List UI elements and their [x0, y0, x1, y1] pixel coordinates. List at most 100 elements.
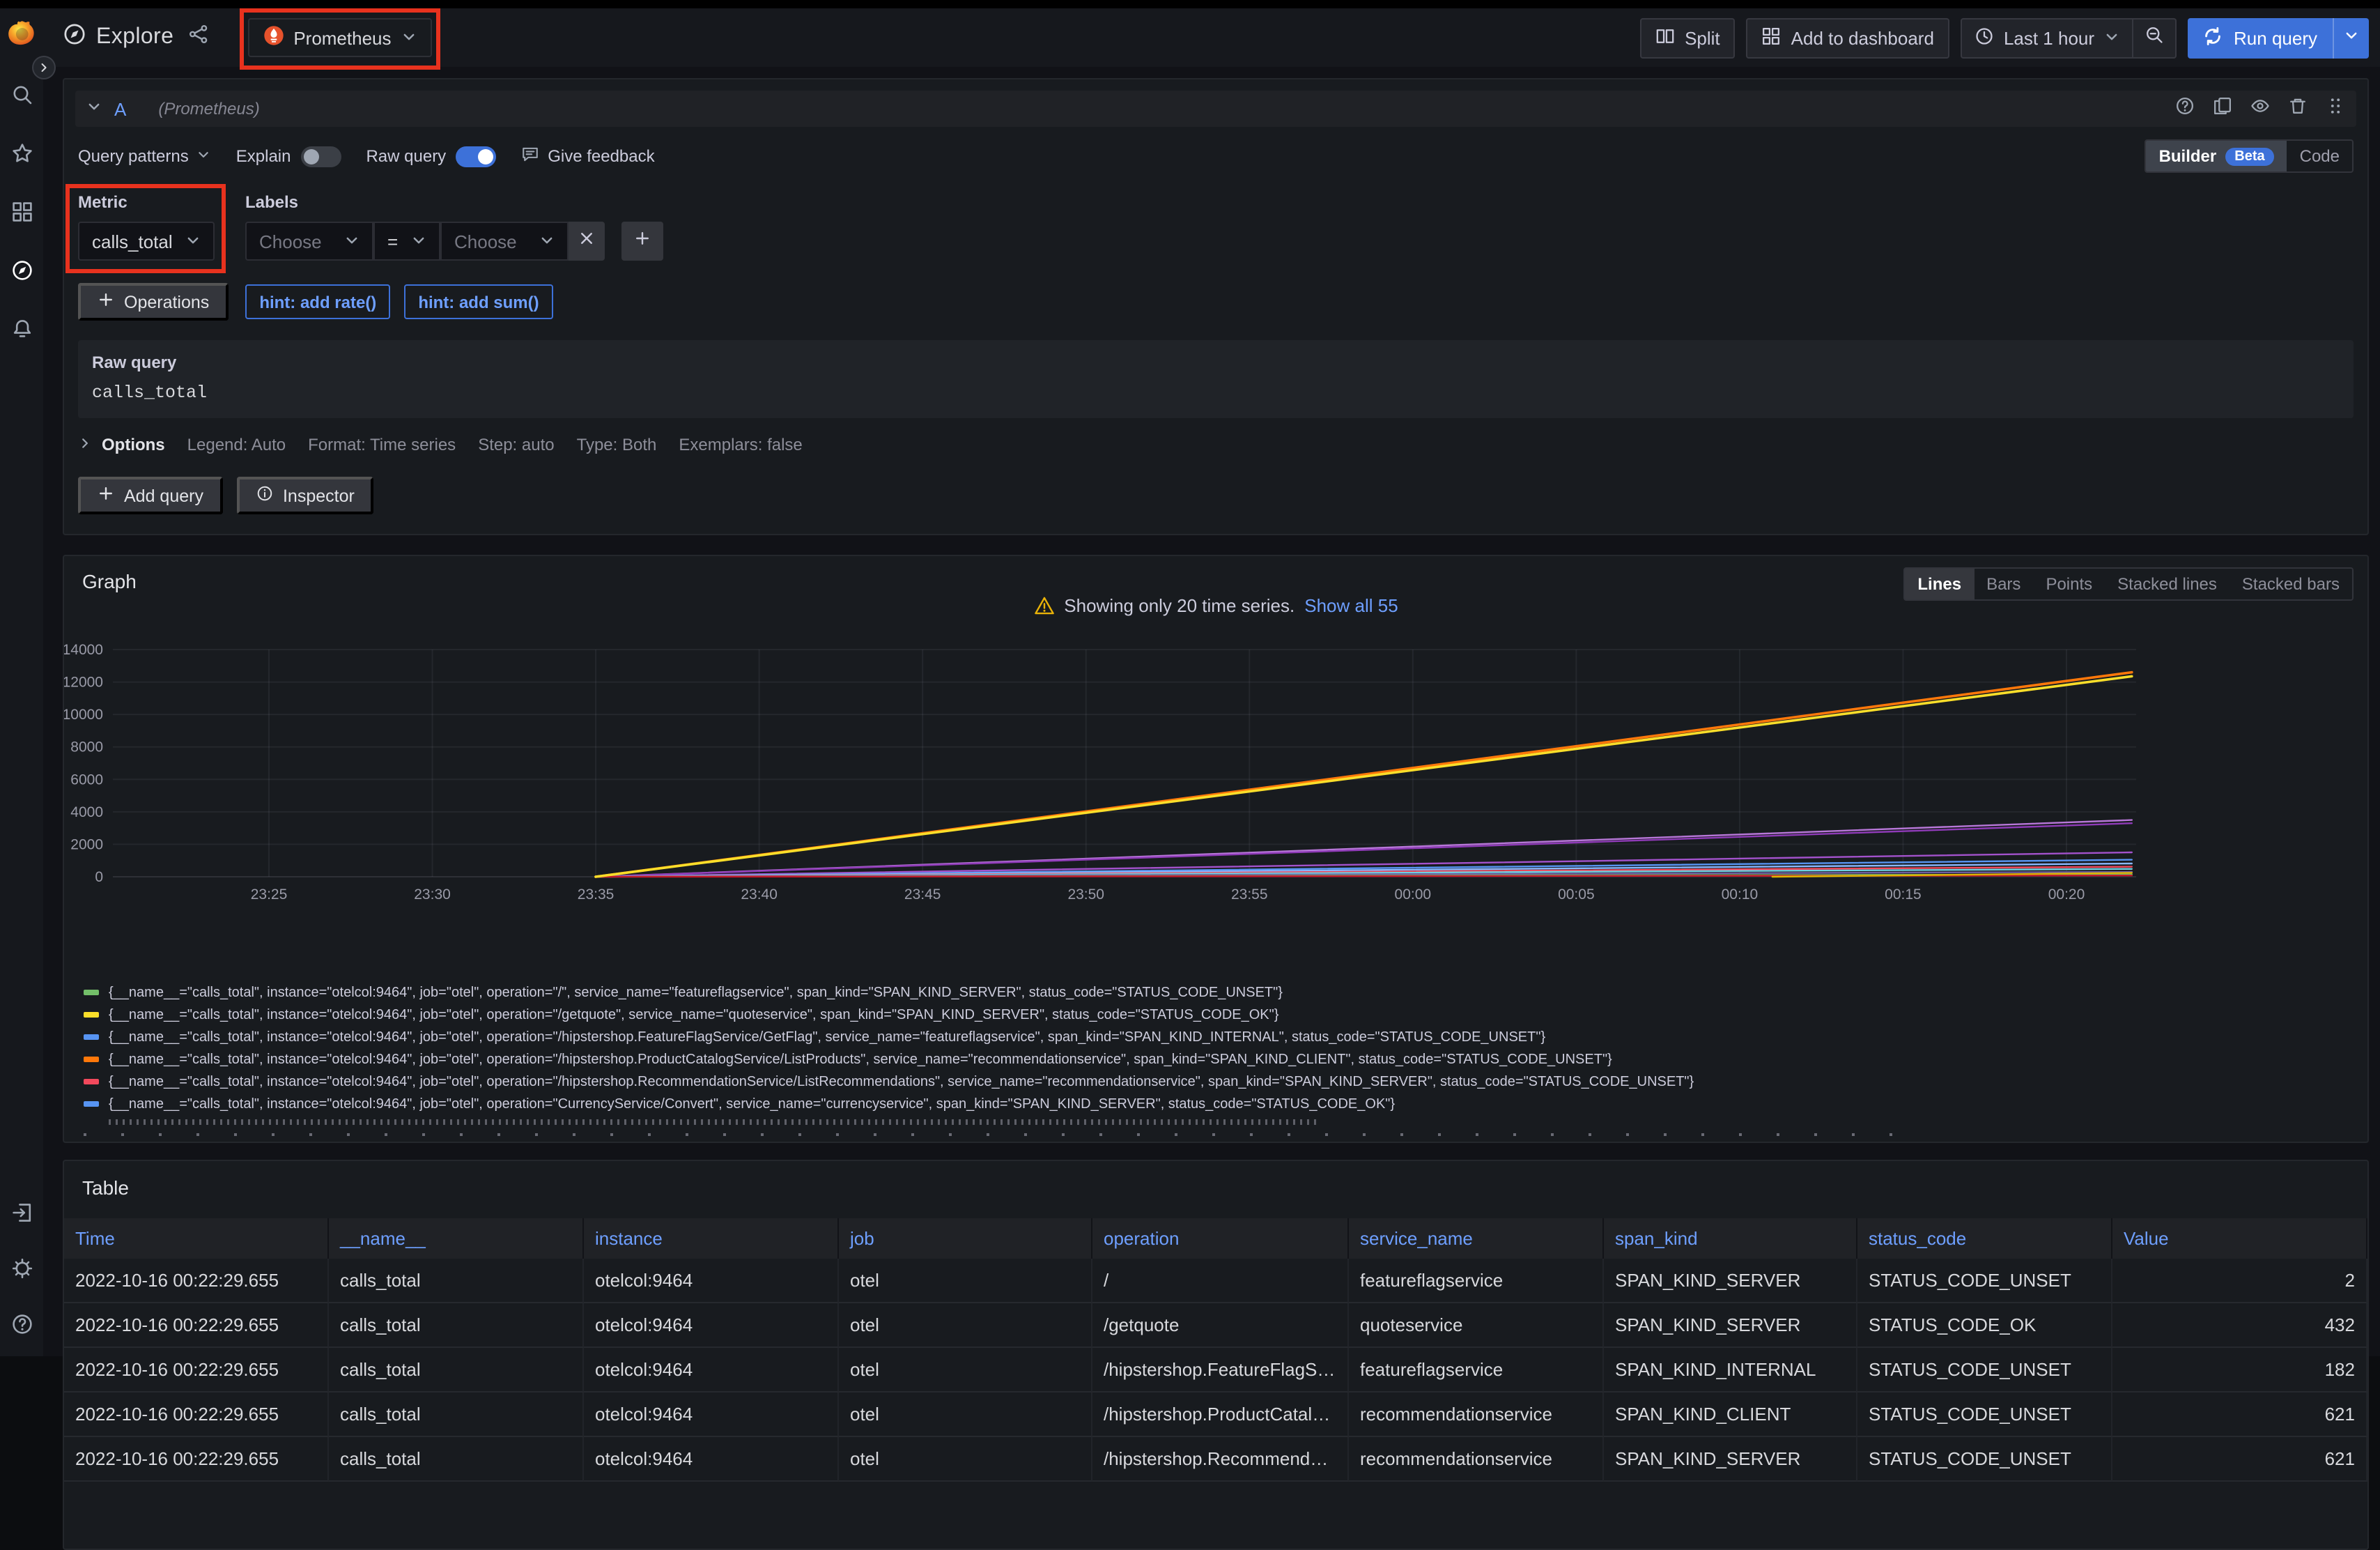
duplicate-icon[interactable] — [2213, 95, 2232, 122]
add-to-dashboard-button[interactable]: Add to dashboard — [1747, 17, 1949, 58]
main-content: A (Prometheus) Query patterns Explain — [43, 67, 2380, 1356]
sidebar-item-help[interactable] — [10, 1313, 33, 1342]
query-patterns-button[interactable]: Query patterns — [78, 146, 211, 166]
remove-label-button[interactable] — [569, 222, 605, 261]
table-cell: calls_total — [329, 1437, 584, 1482]
table-cell: 2 — [2112, 1259, 2367, 1303]
table-cell: calls_total — [329, 1392, 584, 1437]
legend-item[interactable]: {__name__="calls_total", instance="otelc… — [64, 1071, 2367, 1093]
table-column-header[interactable]: status_code — [1857, 1218, 2112, 1259]
table-column-header[interactable]: instance — [584, 1218, 839, 1259]
legend-text: {__name__="calls_total", instance="otelc… — [109, 1029, 1545, 1045]
help-icon[interactable] — [2175, 95, 2195, 122]
give-feedback-button[interactable]: Give feedback — [521, 145, 654, 167]
raw-query-toggle[interactable] — [456, 146, 496, 167]
table-cell: otel — [839, 1303, 1092, 1348]
raw-query-toggle-field: Raw query — [366, 146, 496, 167]
option-summary-item: Exemplars: false — [679, 435, 802, 454]
collapse-icon[interactable] — [86, 96, 102, 121]
time-range-group: Last 1 hour — [1961, 17, 2177, 58]
legend-item[interactable]: {__name__="calls_total", instance="otelc… — [64, 1093, 2367, 1115]
table-column-header[interactable]: job — [839, 1218, 1092, 1259]
sidebar-expand-button[interactable] — [32, 56, 56, 79]
svg-text:23:25: 23:25 — [251, 887, 288, 903]
label-value-select[interactable]: Choose — [440, 222, 569, 261]
table-cell: SPAN_KIND_SERVER — [1604, 1437, 1857, 1482]
inspector-button[interactable]: Inspector — [237, 477, 374, 514]
query-ref-id[interactable]: A — [114, 98, 126, 119]
sidebar-item-signin[interactable] — [10, 1202, 33, 1231]
delete-query-icon[interactable] — [2288, 95, 2308, 122]
sidebar-item-star[interactable] — [10, 142, 33, 171]
time-series-chart[interactable]: 0200040006000800010000120001400023:2523:… — [64, 629, 2369, 910]
time-zoom-out-button[interactable] — [2132, 19, 2175, 56]
legend-scroll-indicator[interactable] — [84, 1133, 1923, 1136]
code-mode-button[interactable]: Code — [2287, 141, 2352, 171]
time-range-picker[interactable]: Last 1 hour — [1962, 19, 2132, 56]
table-title: Table — [64, 1161, 2367, 1199]
table-cell: /hipstershop.FeatureFlagServi… — [1092, 1348, 1349, 1392]
chevron-down-icon — [539, 231, 555, 252]
sidebar-item-search[interactable] — [10, 84, 33, 113]
label-key-select[interactable]: Choose — [245, 222, 373, 261]
options-expand[interactable]: Options — [78, 435, 165, 454]
series-limit-warning: Showing only 20 time series. Show all 55 — [64, 595, 2367, 616]
table-cell: 621 — [2112, 1392, 2367, 1437]
legend-item[interactable]: {__name__="calls_total", instance="otelc… — [64, 1004, 2367, 1026]
grafana-logo[interactable] — [0, 18, 43, 57]
metric-select[interactable]: calls_total — [78, 222, 215, 261]
chart-legend: {__name__="calls_total", instance="otelc… — [64, 981, 2367, 1136]
table-column-header[interactable]: Time — [64, 1218, 329, 1259]
option-summary-item: Legend: Auto — [187, 435, 286, 454]
builder-mode-button[interactable]: Builder Beta — [2147, 141, 2287, 171]
table-column-header[interactable]: span_kind — [1604, 1218, 1857, 1259]
operations-row: Operations hint: add rate() hint: add sum… — [78, 283, 2354, 321]
query-hint-button[interactable]: hint: add rate() — [245, 284, 390, 319]
svg-text:23:50: 23:50 — [1067, 887, 1104, 903]
sidebar — [0, 67, 43, 1356]
table-cell: SPAN_KIND_INTERNAL — [1604, 1348, 1857, 1392]
share-icon[interactable] — [187, 24, 208, 52]
run-query-button[interactable]: Run query — [2188, 17, 2369, 58]
sidebar-item-apps[interactable] — [10, 201, 33, 230]
sidebar-item-compass[interactable] — [10, 259, 33, 289]
explain-toggle[interactable] — [300, 146, 341, 167]
svg-text:00:00: 00:00 — [1395, 887, 1432, 903]
run-query-main[interactable]: Run query — [2188, 17, 2333, 58]
table-cell: 2022-10-16 00:22:29.655 — [64, 1348, 329, 1392]
sidebar-item-bell[interactable] — [10, 318, 33, 347]
add-query-button[interactable]: Add query — [78, 477, 223, 514]
run-query-dropdown[interactable] — [2333, 17, 2369, 58]
svg-text:0: 0 — [95, 869, 103, 885]
toggle-visibility-icon[interactable] — [2250, 95, 2270, 122]
legend-item[interactable]: {__name__="calls_total", instance="otelc… — [64, 1048, 2367, 1071]
raw-query-label: Raw query — [366, 146, 446, 166]
query-hint-button[interactable]: hint: add sum() — [404, 284, 552, 319]
table-cell: 2022-10-16 00:22:29.655 — [64, 1259, 329, 1303]
query-row-header[interactable]: A (Prometheus) — [75, 91, 2356, 127]
table-column-header[interactable]: Value — [2112, 1218, 2367, 1259]
datasource-picker-wrap: Prometheus — [247, 18, 431, 57]
table-cell: /getquote — [1092, 1303, 1349, 1348]
split-button[interactable]: Split — [1640, 17, 1736, 58]
label-operator-select[interactable]: = — [373, 222, 440, 261]
table-column-header[interactable]: service_name — [1349, 1218, 1604, 1259]
table-cell: otel — [839, 1259, 1092, 1303]
operations-button[interactable]: Operations — [78, 283, 229, 321]
explore-icon — [63, 22, 86, 53]
sidebar-item-gear[interactable] — [10, 1257, 33, 1287]
svg-text:00:10: 00:10 — [1722, 887, 1759, 903]
show-all-link[interactable]: Show all 55 — [1304, 595, 1398, 616]
table-column-header[interactable]: __name__ — [329, 1218, 584, 1259]
add-label-button[interactable] — [621, 222, 663, 261]
drag-handle-icon[interactable] — [2326, 95, 2345, 122]
warning-icon — [1033, 595, 1054, 616]
table-cell: otelcol:9464 — [584, 1303, 839, 1348]
table-cell: STATUS_CODE_UNSET — [1857, 1348, 2112, 1392]
datasource-picker[interactable]: Prometheus — [247, 18, 431, 57]
legend-item[interactable]: {__name__="calls_total", instance="otelc… — [64, 1026, 2367, 1048]
svg-text:12000: 12000 — [64, 675, 103, 691]
legend-item[interactable]: {__name__="calls_total", instance="otelc… — [64, 981, 2367, 1004]
datasource-name: Prometheus — [293, 27, 391, 48]
table-column-header[interactable]: operation — [1092, 1218, 1349, 1259]
